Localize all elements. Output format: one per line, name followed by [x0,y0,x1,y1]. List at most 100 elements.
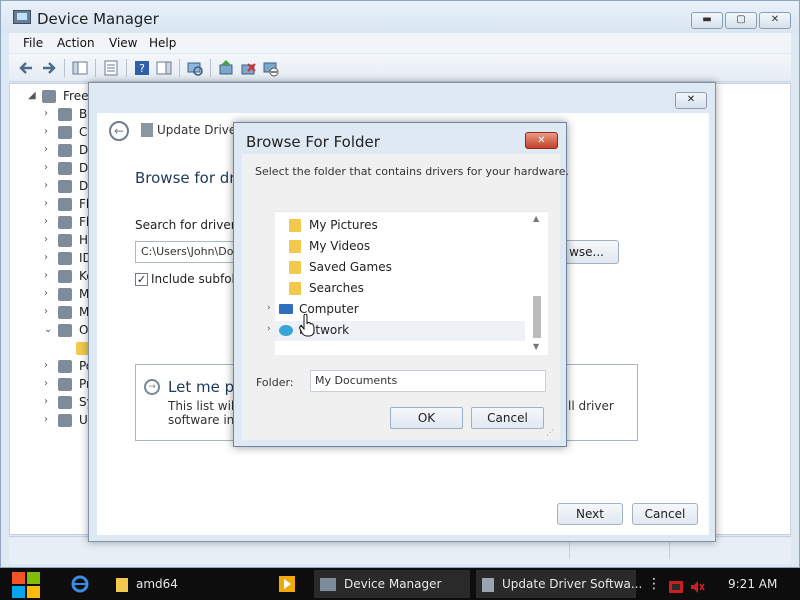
menu-action[interactable]: Action [57,36,95,50]
dialog-body: Select the folder that contains drivers … [242,154,569,440]
media-player-icon[interactable] [278,570,300,598]
taskbar-item-amd64[interactable]: amd64 [110,570,260,598]
device-category-icon [58,360,72,373]
folder-icon [289,261,301,274]
expand-chevron-icon[interactable]: › [44,144,48,155]
expand-chevron-icon[interactable]: › [44,180,48,191]
resize-grip-icon[interactable]: ⋰ [546,428,554,437]
help-icon[interactable]: ? [133,59,151,77]
include-subfolders-label: Include subfold [151,272,243,286]
device-category-icon [58,162,72,175]
expand-chevron-icon[interactable]: › [44,396,48,407]
expand-chevron-icon[interactable]: › [44,270,48,281]
folder-tree-item[interactable]: My Videos [275,237,525,257]
driver-icon [482,577,494,592]
console-tree-icon[interactable] [71,59,89,77]
expand-chevron-icon[interactable]: › [44,162,48,173]
disable-icon[interactable] [261,59,279,77]
folder-icon [289,282,301,295]
taskbar-item-label: amd64 [136,577,178,591]
scrollbar[interactable]: ▲ ▼ [530,212,544,356]
close-button[interactable]: ✕ [675,92,707,109]
expand-chevron-icon[interactable]: › [44,288,48,299]
computer-icon [279,304,293,314]
volume-icon[interactable] [690,576,706,593]
expand-chevron-icon[interactable]: › [44,252,48,263]
toolbar-separator [64,59,65,77]
browse-folder-dialog: Browse For Folder ✕ Select the folder th… [233,122,569,447]
expand-chevron-icon[interactable]: › [44,414,48,425]
menu-file[interactable]: File [23,36,43,50]
uninstall-icon[interactable] [239,59,257,77]
close-button[interactable]: ✕ [759,12,791,29]
status-cell [569,541,570,559]
expand-chevron-icon[interactable]: › [44,306,48,317]
menu-view[interactable]: View [109,36,137,50]
expand-chevron-icon[interactable]: › [44,216,48,227]
dialog-title: Browse For Folder [246,133,380,151]
option-title: Let me pi [168,378,239,396]
scan-hardware-icon[interactable] [186,59,204,77]
close-button[interactable]: ✕ [525,132,558,149]
folder-tree[interactable]: My Pictures My Videos Saved Games Searches ›… [267,211,548,356]
toolbar-separator [210,59,211,77]
action-center-icon[interactable] [668,576,684,593]
expand-chevron-icon[interactable]: › [44,108,48,119]
minimize-button[interactable]: ▬ [691,12,723,29]
cancel-button[interactable]: Cancel [471,407,544,429]
device-manager-icon [13,10,31,24]
expand-chevron-icon[interactable]: › [44,126,48,137]
instructions-text: Select the folder that contains drivers … [255,165,570,178]
expand-chevron-icon[interactable]: › [267,303,271,313]
window-title: Device Manager [37,10,159,28]
option-description: software in t [168,413,243,427]
menu-help[interactable]: Help [149,36,176,50]
expand-chevron-icon[interactable]: ⌄ [44,324,52,335]
toolbar: ? [9,54,791,82]
wizard-heading: Browse for dri [135,169,240,187]
ok-button[interactable]: OK [390,407,463,429]
back-icon[interactable] [17,59,35,77]
forward-icon[interactable] [40,59,58,77]
update-driver-icon[interactable] [217,59,235,77]
device-category-icon [58,144,72,157]
svg-text:?: ? [139,62,145,75]
properties-icon[interactable] [102,59,120,77]
taskbar-item-update-driver[interactable]: Update Driver Softwa... [476,570,642,598]
expand-chevron-icon[interactable]: › [267,324,271,334]
maximize-button[interactable]: ▢ [725,12,757,29]
folder-tree-item[interactable]: My Pictures [275,216,525,236]
device-category-icon [58,324,72,337]
hand-cursor-icon [299,313,315,341]
expand-chevron-icon[interactable]: › [44,378,48,389]
expand-chevron-icon[interactable]: › [44,360,48,371]
cancel-button[interactable]: Cancel [632,503,698,525]
option-description: ll driver [568,399,614,413]
scroll-up-icon[interactable]: ▲ [533,214,539,223]
taskbar-item-device-manager[interactable]: Device Manager [314,570,470,598]
folder-icon [289,219,301,232]
clock[interactable]: 9:21 AM [728,577,777,591]
expand-chevron-icon[interactable]: › [44,234,48,245]
action-pane-icon[interactable] [155,59,173,77]
folder-icon [289,240,301,253]
folder-tree-item[interactable]: Saved Games [275,258,525,278]
folder-input[interactable]: My Documents [310,370,546,392]
notification-overflow[interactable]: ⋮ [647,570,661,598]
start-button[interactable] [10,569,42,599]
internet-explorer-icon[interactable] [70,570,92,598]
driver-icon [141,123,153,137]
folder-tree-item[interactable]: Searches [275,279,525,299]
next-button[interactable]: Next [557,503,623,525]
scroll-down-icon[interactable]: ▼ [533,342,539,351]
folder-icon [116,577,128,592]
include-subfolders-checkbox[interactable]: ✓ [135,273,148,286]
device-category-row[interactable]: ◢ Freew [0,88,98,106]
folder-label: Folder: [256,376,294,389]
expand-chevron-icon[interactable]: ◢ [28,90,36,101]
expand-chevron-icon[interactable]: › [44,198,48,209]
device-category-icon [58,414,72,427]
title-bar[interactable]: Device Manager ▬ ▢ ✕ [1,1,799,33]
scroll-thumb[interactable] [533,296,541,338]
back-arrow-icon[interactable]: ← [109,121,129,141]
